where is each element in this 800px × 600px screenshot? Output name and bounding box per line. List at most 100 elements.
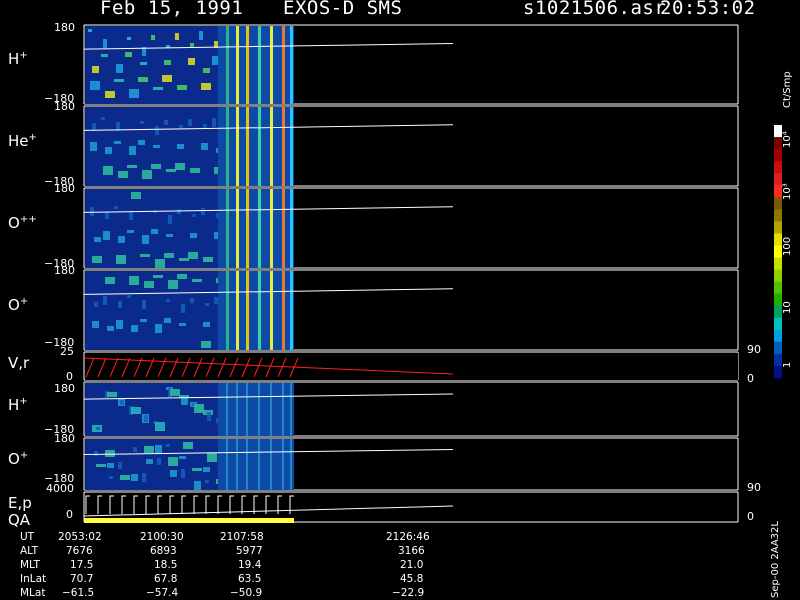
colorbar-cell xyxy=(774,209,782,222)
rtick-p5-min: 0 xyxy=(747,372,754,385)
spectrogram-blob xyxy=(170,470,177,477)
colorbar-cell xyxy=(774,149,782,162)
panel-label-v-r: V,r xyxy=(8,354,30,372)
spectrogram-streak xyxy=(270,439,272,490)
spectrogram-streak xyxy=(270,189,273,268)
plot-filename: s1021506.asr xyxy=(523,0,667,19)
spectrogram-blob xyxy=(175,163,185,170)
colorbar-cell xyxy=(774,365,782,379)
spectrogram-blob xyxy=(105,147,112,154)
colorbar-tick-1e3: 10³ xyxy=(782,183,793,200)
spectrogram-blob xyxy=(105,277,115,284)
plot-date: Feb 15, 1991 xyxy=(100,0,244,19)
spectrogram-blob xyxy=(205,480,209,483)
spectrogram-blob xyxy=(155,445,162,454)
colorbar-cell xyxy=(774,233,782,246)
colorbar-cell xyxy=(774,125,782,138)
spectrogram-blob xyxy=(96,427,100,430)
spectrogram-blob xyxy=(96,464,106,467)
spectrogram-streak xyxy=(236,383,238,436)
colorbar-units: Ct/Smp xyxy=(782,71,793,108)
spectrogram-blob xyxy=(153,87,163,90)
spectrogram-blob xyxy=(157,423,164,430)
spectrogram-blob xyxy=(155,324,162,333)
spectrogram-svg xyxy=(83,24,782,523)
rtick-p5-max: 90 xyxy=(747,343,761,356)
spectrogram-blob xyxy=(114,206,118,209)
rtick-p8-max: 90 xyxy=(747,481,761,494)
spectrogram-blob xyxy=(192,279,202,282)
spectrogram-blob xyxy=(140,121,144,124)
spectrogram-blob xyxy=(92,321,99,328)
spectrogram-streak xyxy=(290,26,293,104)
spectrogram-blob xyxy=(164,318,171,323)
spectrogram-blob xyxy=(201,341,211,348)
orbit-c4-mlt: 21.0 xyxy=(400,559,424,571)
spectrogram-blob xyxy=(168,457,178,466)
panel-label-e-p: E,p xyxy=(8,494,32,512)
orbit-c3-mlt: 19.4 xyxy=(238,559,262,571)
spectrogram-blob xyxy=(107,392,117,397)
footer-code: Sep-00 2AA32L xyxy=(770,521,781,598)
spectrogram-blob xyxy=(166,234,173,237)
ytick-p6-max: 180 xyxy=(54,382,75,395)
spectrogram-blob xyxy=(129,146,136,155)
spectrogram-blob xyxy=(166,169,176,172)
spectrogram-streak xyxy=(282,26,285,104)
spectrogram-blob xyxy=(179,125,183,128)
spectrogram-blob xyxy=(118,236,125,243)
energy-slope-trace xyxy=(83,505,454,517)
spectrogram-blob xyxy=(92,123,96,130)
spectrogram-blob xyxy=(153,275,163,278)
orbit-label-mlt: MLT xyxy=(20,559,40,571)
spectrogram-blob xyxy=(203,257,213,262)
orbit-c2-mlat: −57.4 xyxy=(146,587,179,599)
spectrogram-streak xyxy=(258,189,261,268)
spectrogram-blob xyxy=(138,77,148,82)
spectrogram-streak xyxy=(236,26,239,104)
spectrogram-blob xyxy=(114,141,121,144)
spectrogram-blob xyxy=(151,164,161,169)
spectrogram-blob xyxy=(177,274,187,279)
spectrogram-streak xyxy=(226,26,229,104)
spectrogram-blob xyxy=(190,168,200,173)
orbit-c2-mlt: 18.5 xyxy=(154,559,178,571)
spectrogram-blob xyxy=(179,323,186,326)
orbit-c3-inlat: 63.5 xyxy=(238,573,262,585)
colorbar-cell xyxy=(774,305,782,319)
spectrogram-blob xyxy=(207,412,211,421)
spectrogram-blob xyxy=(168,215,172,224)
colorbar-tick-1: 1 xyxy=(782,361,793,368)
colorbar-cell xyxy=(774,293,782,307)
panel-label-h-plus: H+ xyxy=(8,50,28,68)
panel-label-o-plus: O+ xyxy=(8,296,29,314)
orbit-label-ut: UT xyxy=(20,531,35,543)
plot-time: 20:53:02 xyxy=(660,0,756,19)
spectrogram-blob xyxy=(92,66,99,73)
spectrogram-streak xyxy=(258,383,260,436)
spectrogram-blob xyxy=(164,120,168,125)
spectrogram-blob xyxy=(125,52,132,57)
spectrogram-blob xyxy=(94,451,98,456)
spectrogram-blob xyxy=(127,295,131,298)
orbit-c1-mlt: 17.5 xyxy=(70,559,94,571)
spectrogram-blob xyxy=(127,37,131,40)
spectrogram-blob xyxy=(114,79,124,82)
ytick-p2-max: 180 xyxy=(54,100,75,113)
spectrogram-blob xyxy=(116,64,123,73)
spectrogram-blob xyxy=(190,298,194,303)
colorbar-cell xyxy=(774,197,782,210)
spectrogram-blob xyxy=(140,319,147,322)
spectrogram-blob xyxy=(120,400,124,405)
spectrogram-blob xyxy=(151,229,158,234)
ytick-p1-max: 180 xyxy=(54,21,75,34)
spectrogram-blob xyxy=(116,320,123,329)
spectrogram-blob xyxy=(188,252,198,259)
spectrogram-blob xyxy=(138,140,145,145)
orbit-c2-inlat: 67.8 xyxy=(154,573,178,585)
spectrogram-blob xyxy=(131,474,138,481)
spectrogram-blob xyxy=(181,304,185,313)
spectrogram-streak xyxy=(282,107,285,186)
spectrogram-streak xyxy=(246,439,248,490)
spectrogram-streak xyxy=(282,271,285,350)
